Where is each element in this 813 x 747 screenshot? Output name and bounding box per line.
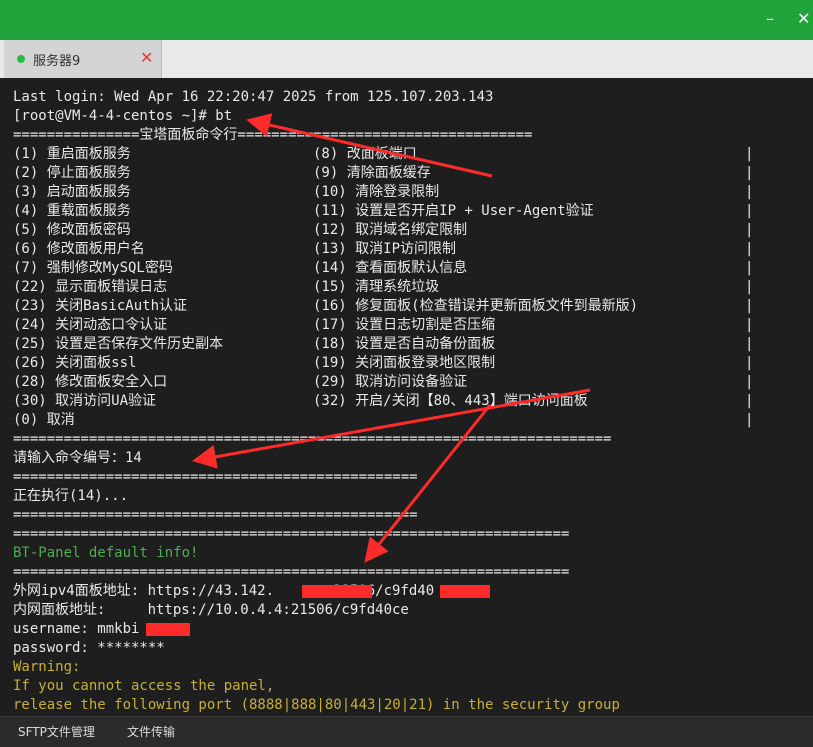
menu-item-right: (15) 清理系统垃圾: [313, 279, 440, 295]
menu-border: |: [745, 355, 754, 371]
menu-item-left: (25) 设置是否保存文件历史副本: [13, 336, 224, 352]
menu-item-left: (28) 修改面板安全入口: [13, 374, 168, 390]
menu-border: |: [745, 222, 754, 238]
separator: ========================================…: [13, 507, 418, 523]
command-input-line: 请输入命令编号：14: [13, 450, 142, 466]
menu-item-right: (18) 设置是否自动备份面板: [313, 336, 496, 352]
menu-item-right: (9) 清除面板缓存: [313, 165, 431, 181]
bt-panel-info-heading: BT-Panel default info!: [13, 545, 199, 561]
redaction-mark: [302, 585, 372, 598]
menu-header: ===============宝塔面板命令行==================…: [13, 127, 533, 143]
title-bar: – ✕: [0, 0, 813, 40]
tab-bar: 服务器9 ✕: [0, 40, 813, 79]
menu-border: |: [745, 146, 754, 162]
menu-border: |: [745, 184, 754, 200]
redaction-mark: [440, 585, 490, 598]
menu-item-right: (8) 改面板端口: [313, 146, 417, 162]
menu-item-right: (14) 查看面板默认信息: [313, 260, 468, 276]
warning-text: If you cannot access the panel,: [13, 678, 275, 694]
menu-border: |: [745, 374, 754, 390]
menu-item-right: (12) 取消域名绑定限制: [313, 222, 468, 238]
menu-item-left: (23) 关闭BasicAuth认证: [13, 298, 188, 314]
menu-item-left: (30) 取消访问UA验证: [13, 393, 157, 409]
menu-item-right: (19) 关闭面板登录地区限制: [313, 355, 496, 371]
menu-item-left: (26) 关闭面板ssl: [13, 355, 137, 371]
menu-item-right: (29) 取消访问设备验证: [313, 374, 468, 390]
redaction-mark: [146, 623, 190, 636]
menu-border: |: [745, 260, 754, 276]
close-window-icon[interactable]: ✕: [797, 8, 810, 30]
menu-border: |: [745, 279, 754, 295]
username-line: username: mmkbi: [13, 621, 140, 637]
separator: ========================================…: [13, 526, 570, 542]
separator: ========================================…: [13, 469, 418, 485]
menu-item-left: (0) 取消: [13, 412, 75, 428]
menu-item-right: (10) 清除登录限制: [313, 184, 440, 200]
internal-panel-address: 内网面板地址: https://10.0.4.4:21506/c9fd40ce: [13, 602, 409, 618]
menu-footer: ========================================…: [13, 431, 612, 447]
menu-item-left: (1) 重启面板服务: [13, 146, 131, 162]
login-line: Last login: Wed Apr 16 22:20:47 2025 fro…: [13, 89, 494, 105]
menu-item-right: (11) 设置是否开启IP + User-Agent验证: [313, 203, 594, 219]
sftp-file-manager-tab[interactable]: SFTP文件管理: [18, 723, 95, 740]
menu-item-left: (22) 显示面板错误日志: [13, 279, 168, 295]
menu-item-left: (6) 修改面板用户名: [13, 241, 145, 257]
menu-border: |: [745, 298, 754, 314]
bottom-toolbar: SFTP文件管理 文件传输: [0, 716, 813, 747]
connection-status-icon: [17, 55, 25, 63]
menu-item-left: (5) 修改面板密码: [13, 222, 131, 238]
menu-item-right: (32) 开启/关闭【80、443】端口访问面板: [313, 393, 588, 409]
menu-item-right: (13) 取消IP访问限制: [313, 241, 457, 257]
menu-item-left: (7) 强制修改MySQL密码: [13, 260, 173, 276]
prompt-line: [root@VM-4-4-centos ~]# bt: [13, 108, 233, 124]
menu-border: |: [745, 336, 754, 352]
menu-border: |: [745, 241, 754, 257]
menu-item-right: (16) 修复面板(检查错误并更新面板文件到最新版): [313, 298, 638, 314]
menu-border: |: [745, 317, 754, 333]
menu-item-left: (3) 启动面板服务: [13, 184, 131, 200]
menu-border: |: [745, 393, 754, 409]
warning-label: Warning:: [13, 659, 81, 675]
menu-item-left: (4) 重载面板服务: [13, 203, 131, 219]
tab-label: 服务器9: [33, 54, 81, 69]
menu-item-left: (24) 关闭动态口令认证: [13, 317, 168, 333]
menu-item-left: (2) 停止面板服务: [13, 165, 131, 181]
executing-line: 正在执行(14)...: [13, 488, 129, 504]
tab-server9[interactable]: 服务器9 ✕: [4, 40, 162, 78]
menu-item-right: (17) 设置日志切割是否压缩: [313, 317, 496, 333]
file-transfer-tab[interactable]: 文件传输: [127, 723, 175, 740]
minimize-icon[interactable]: –: [766, 8, 774, 30]
terminal-output[interactable]: Last login: Wed Apr 16 22:20:47 2025 fro…: [0, 78, 813, 716]
tab-close-icon[interactable]: ✕: [140, 48, 153, 67]
warning-text: release the following port (8888|888|80|…: [13, 697, 620, 713]
password-line: password: ********: [13, 640, 165, 656]
menu-border: |: [745, 203, 754, 219]
menu-border: |: [745, 412, 754, 428]
menu-border: |: [745, 165, 754, 181]
separator: ========================================…: [13, 564, 570, 580]
